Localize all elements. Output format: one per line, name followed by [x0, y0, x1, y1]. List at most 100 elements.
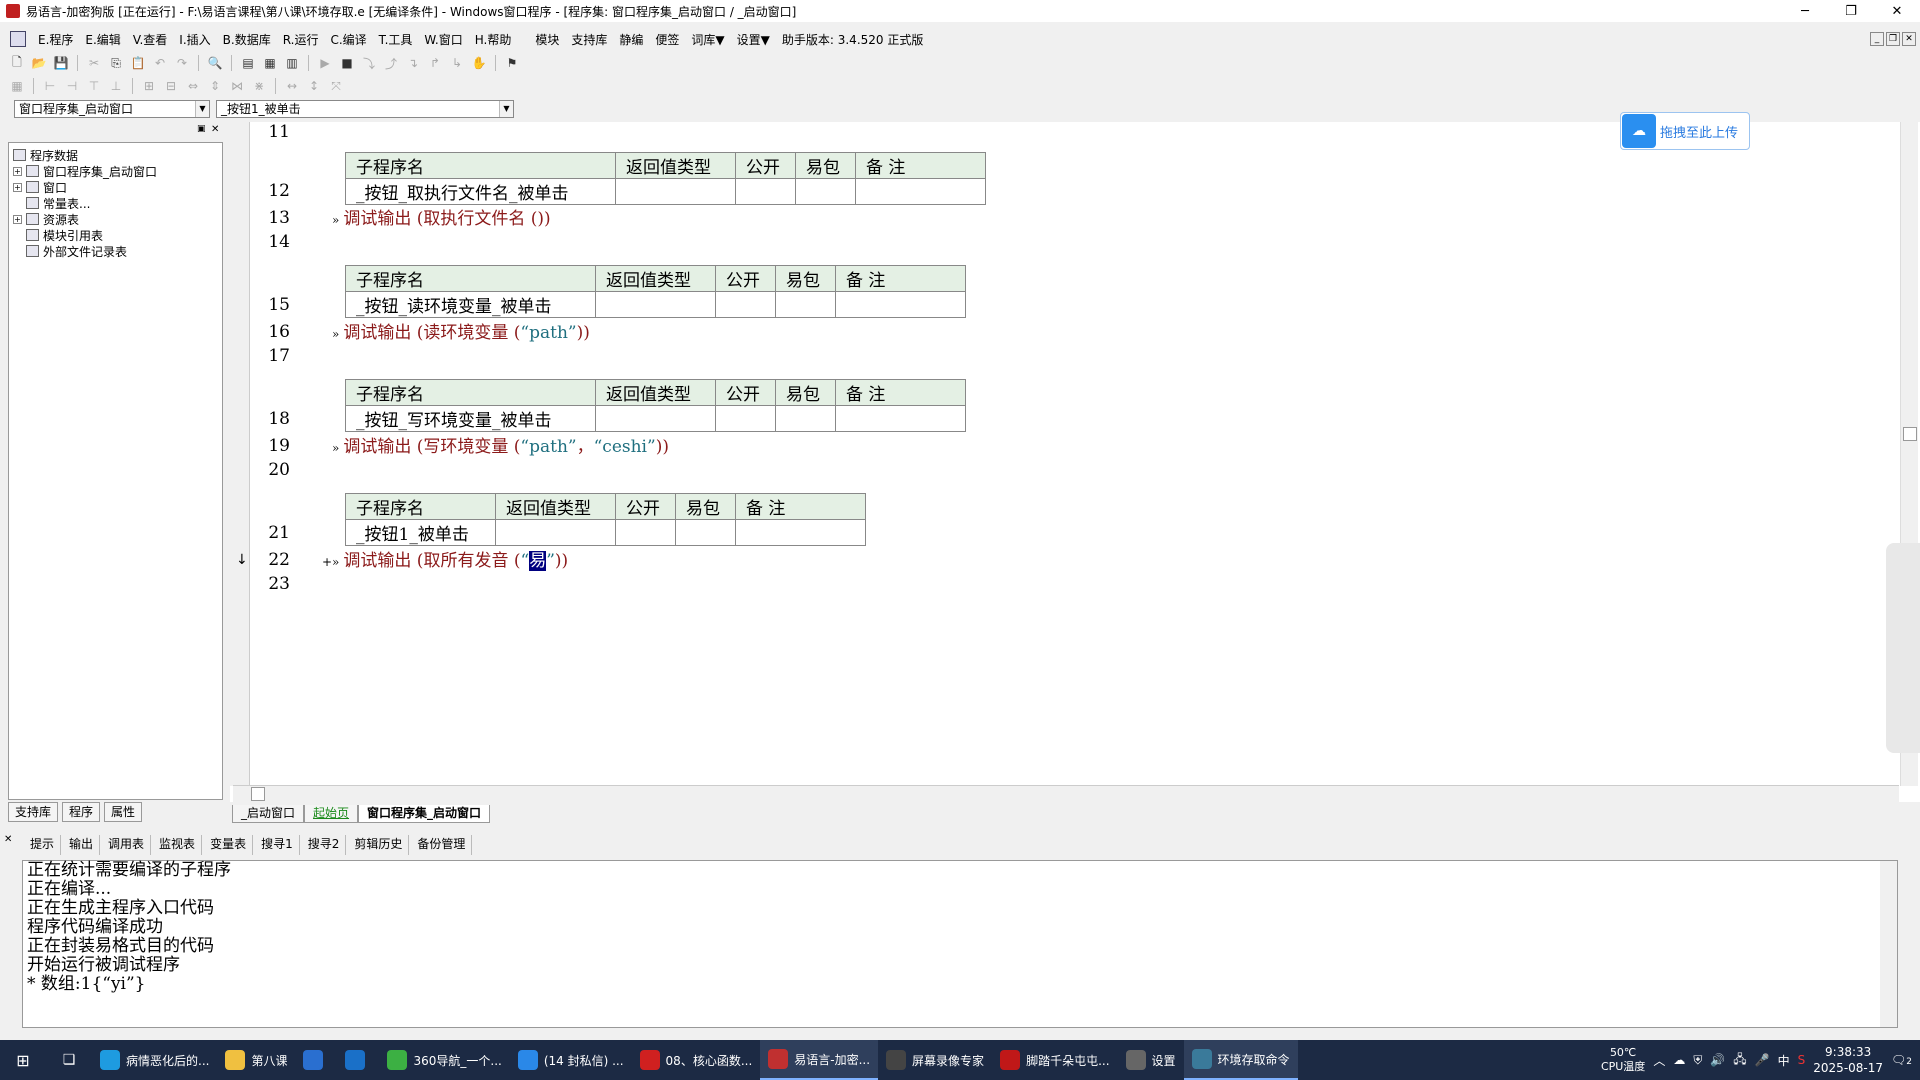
assembly-select[interactable]: 窗口程序集_启动窗口 ▼ — [14, 100, 210, 118]
sub-name-cell[interactable]: _按钮1_被单击 — [345, 519, 496, 546]
menu-module[interactable]: 模块 — [529, 31, 565, 48]
space-v-icon[interactable]: ⋇ — [250, 77, 268, 95]
menu-help[interactable]: H.帮助 — [469, 31, 518, 48]
remark-cell[interactable] — [835, 291, 966, 318]
menu-dictionary[interactable]: 词库▼ — [685, 31, 730, 48]
align-center-icon[interactable]: ⊣ — [63, 77, 81, 95]
tree-item-constants[interactable]: 常量表... — [13, 195, 157, 211]
step-1-icon[interactable]: ⤵ — [360, 54, 378, 72]
tab-properties[interactable]: 属性 — [104, 802, 143, 822]
same-height-icon[interactable]: ⇕ — [206, 77, 224, 95]
layout-2-icon[interactable]: ▦ — [261, 54, 279, 72]
epkg-cell[interactable] — [675, 519, 736, 546]
task-view-icon[interactable]: ❏ — [46, 1040, 92, 1080]
tab-support-lib[interactable]: 支持库 — [8, 802, 59, 822]
tab-search1[interactable]: 搜寻1 — [255, 835, 300, 855]
clock[interactable]: 9:38:33 2025-08-17 — [1813, 1044, 1883, 1076]
size-h-icon[interactable]: ↕ — [305, 77, 323, 95]
taskbar-item-store[interactable] — [295, 1040, 337, 1080]
undo-icon[interactable]: ↶ — [151, 54, 169, 72]
open-folder-icon[interactable]: 📂 — [30, 54, 48, 72]
windows-start-icon[interactable]: ⊞ — [0, 1040, 46, 1080]
layout-3-icon[interactable]: ▥ — [283, 54, 301, 72]
sub-name-cell[interactable]: _按钮_取执行文件名_被单击 — [345, 178, 616, 205]
taskbar-item-env-app[interactable]: 环境存取命令 — [1183, 1040, 1298, 1080]
align-left-icon[interactable]: ⊢ — [41, 77, 59, 95]
find-icon[interactable]: 🔍 — [206, 54, 224, 72]
bottom-panel-close-icon[interactable]: ✕ — [4, 834, 12, 845]
tab-program[interactable]: 程序 — [62, 802, 101, 822]
expand-icon[interactable]: + — [13, 166, 22, 176]
editor-horizontal-scrollbar[interactable] — [233, 785, 1899, 802]
menu-view[interactable]: V.查看 — [127, 31, 173, 48]
menu-window[interactable]: W.窗口 — [418, 31, 468, 48]
drag-upload-button[interactable]: ☁ 拖拽至此上传 — [1620, 112, 1750, 150]
new-file-icon[interactable]: 🗋 — [8, 54, 26, 72]
sogou-icon[interactable]: S — [1798, 1053, 1806, 1067]
system-monitor-widget[interactable] — [1886, 543, 1920, 753]
menu-program[interactable]: E.程序 — [32, 31, 79, 48]
menu-database[interactable]: B.数据库 — [217, 31, 277, 48]
step-3-icon[interactable]: ↴ — [404, 54, 422, 72]
save-icon[interactable]: 💾 — [52, 54, 70, 72]
maximize-button[interactable]: ❐ — [1828, 0, 1874, 22]
code-line-16[interactable]: » 调试输出 (读环境变量 (“path”)) — [332, 322, 590, 344]
hand-icon[interactable]: ✋ — [470, 54, 488, 72]
tree-item-module-refs[interactable]: 模块引用表 — [13, 227, 157, 243]
tree-item-window[interactable]: + 窗口 — [13, 179, 157, 195]
align-bottom-icon[interactable]: ⊥ — [107, 77, 125, 95]
taskbar-item-wps[interactable]: 08、核心函数... — [632, 1040, 761, 1080]
subroutine-select[interactable]: _按钮1_被单击 ▼ — [216, 100, 514, 118]
center-v-icon[interactable]: ⊟ — [162, 77, 180, 95]
step-5-icon[interactable]: ↳ — [448, 54, 466, 72]
output-scrollbar[interactable] — [1880, 861, 1897, 1027]
tab-hint[interactable]: 提示 — [24, 835, 62, 855]
tab-output[interactable]: 输出 — [63, 835, 101, 855]
return-type-cell[interactable] — [615, 178, 736, 205]
tab-clipboard-history[interactable]: 剪辑历史 — [348, 835, 410, 855]
taskbar-item-outlook[interactable] — [337, 1040, 379, 1080]
network-icon[interactable]: 🖧 — [1733, 1050, 1746, 1071]
menu-logo-icon[interactable] — [10, 31, 26, 47]
pin-icon[interactable]: ▣ — [197, 124, 206, 134]
center-h-icon[interactable]: ⊞ — [140, 77, 158, 95]
menu-support-lib[interactable]: 支持库 — [565, 31, 613, 48]
return-type-cell[interactable] — [595, 291, 716, 318]
menu-settings[interactable]: 设置▼ — [731, 31, 776, 48]
public-cell[interactable] — [615, 519, 676, 546]
align-grid-icon[interactable]: ▦ — [8, 77, 26, 95]
code-editor[interactable]: 11 子程序名 返回值类型 公开 易包 备 注 _按钮_取执行文件名_被单击 1… — [230, 122, 1920, 802]
selected-text[interactable]: 易 — [529, 551, 547, 571]
tab-search2[interactable]: 搜寻2 — [302, 835, 347, 855]
tab-startup-window[interactable]: _启动窗口 — [232, 805, 305, 823]
tab-watch[interactable]: 监视表 — [153, 835, 203, 855]
cpu-temp[interactable]: 50℃ CPU温度 — [1601, 1046, 1645, 1074]
epkg-cell[interactable] — [775, 405, 836, 432]
code-line-19[interactable]: » 调试输出 (写环境变量 (“path”，“ceshi”)) — [332, 436, 669, 458]
public-cell[interactable] — [735, 178, 796, 205]
size-w-icon[interactable]: ↔ — [283, 77, 301, 95]
expand-icon[interactable]: + — [13, 182, 22, 192]
same-width-icon[interactable]: ⇔ — [184, 77, 202, 95]
stop-icon[interactable]: ■ — [338, 54, 356, 72]
menu-notes[interactable]: 便签 — [649, 31, 685, 48]
output-panel[interactable]: 正在统计需要编译的子程序 正在编译... 正在生成主程序入口代码 程序代码编译成… — [22, 860, 1898, 1028]
tree-item-program-data[interactable]: 程序数据 — [13, 147, 157, 163]
menu-edit[interactable]: E.编辑 — [79, 31, 126, 48]
mdi-close-button[interactable]: ✕ — [1902, 32, 1916, 46]
tab-start-page[interactable]: 起始页 — [304, 805, 359, 823]
public-cell[interactable] — [715, 405, 776, 432]
epkg-cell[interactable] — [795, 178, 856, 205]
tree-item-assembly[interactable]: + 窗口程序集_启动窗口 — [13, 163, 157, 179]
mdi-minimize-button[interactable]: _ — [1870, 32, 1884, 46]
security-icon[interactable]: ⛨ — [1693, 1053, 1702, 1068]
code-line-13[interactable]: » 调试输出 (取执行文件名 ()) — [332, 208, 551, 230]
tab-call-stack[interactable]: 调用表 — [102, 835, 152, 855]
volume-icon[interactable]: 🔊 — [1710, 1053, 1725, 1067]
cut-icon[interactable]: ✂ — [85, 54, 103, 72]
size-both-icon[interactable]: ⤧ — [327, 77, 345, 95]
notification-icon[interactable]: 🗨2 — [1891, 1053, 1912, 1067]
menu-compile[interactable]: C.编译 — [324, 31, 372, 48]
taskbar-item-folder[interactable]: 第八课 — [217, 1040, 295, 1080]
mdi-restore-button[interactable]: ❐ — [1886, 32, 1900, 46]
